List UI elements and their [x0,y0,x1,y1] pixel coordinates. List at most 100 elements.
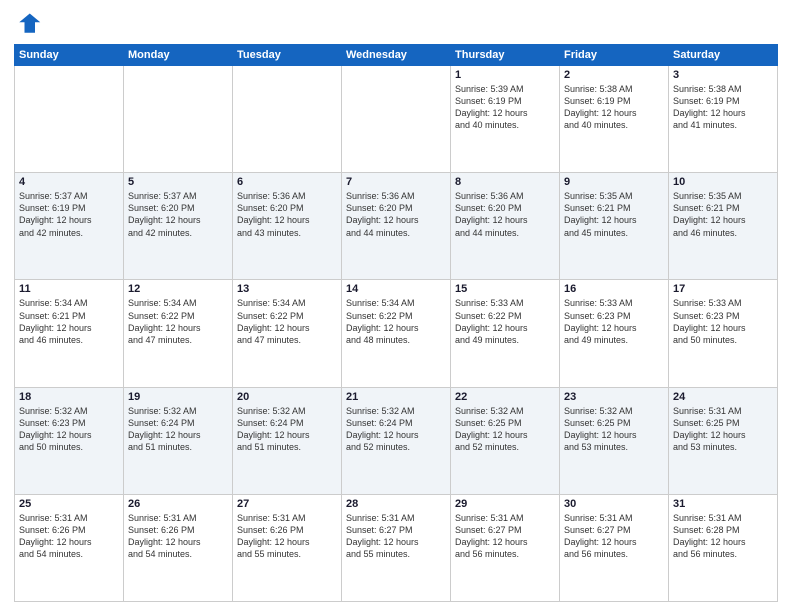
day-number: 28 [346,498,446,510]
calendar-cell: 18Sunrise: 5:32 AM Sunset: 6:23 PM Dayli… [15,387,124,494]
day-info: Sunrise: 5:39 AM Sunset: 6:19 PM Dayligh… [455,83,555,132]
calendar-cell: 2Sunrise: 5:38 AM Sunset: 6:19 PM Daylig… [560,66,669,173]
day-number: 20 [237,391,337,403]
day-info: Sunrise: 5:36 AM Sunset: 6:20 PM Dayligh… [346,190,446,239]
calendar-cell: 11 Sunrise: 5:34 AM Sunset: 6:21 PM Dayli… [15,280,124,387]
col-header-monday: Monday [124,45,233,66]
day-info: Sunrise: 5:31 AM Sunset: 6:26 PM Dayligh… [19,512,119,561]
logo-icon [14,10,42,38]
day-number: 2 [564,69,664,81]
calendar-cell: 6Sunrise: 5:36 AM Sunset: 6:20 PM Daylig… [233,173,342,280]
day-number: 11 [19,283,119,295]
day-info: Sunrise: 5:32 AM Sunset: 6:23 PM Dayligh… [19,405,119,454]
day-info: Sunrise: 5:37 AM Sunset: 6:20 PM Dayligh… [128,190,228,239]
day-info: Sunrise: 5:32 AM Sunset: 6:25 PM Dayligh… [564,405,664,454]
day-info: Sunrise: 5:31 AM Sunset: 6:26 PM Dayligh… [237,512,337,561]
calendar-cell: 5 Sunrise: 5:37 AM Sunset: 6:20 PM Daylig… [124,173,233,280]
day-number: 16 [564,283,664,295]
calendar-cell: 10Sunrise: 5:35 AM Sunset: 6:21 PM Dayli… [669,173,778,280]
day-info: Sunrise: 5:33 AM Sunset: 6:23 PM Dayligh… [564,297,664,346]
day-info: Sunrise: 5:31 AM Sunset: 6:27 PM Dayligh… [564,512,664,561]
week-row-5: 25 Sunrise: 5:31 AM Sunset: 6:26 PM Dayli… [15,494,778,601]
calendar-cell [15,66,124,173]
week-row-3: 11 Sunrise: 5:34 AM Sunset: 6:21 PM Dayli… [15,280,778,387]
day-number: 26 [128,498,228,510]
week-row-2: 4 Sunrise: 5:37 AM Sunset: 6:19 PM Daylig… [15,173,778,280]
day-number: 21 [346,391,446,403]
calendar-cell: 12 Sunrise: 5:34 AM Sunset: 6:22 PM Dayli… [124,280,233,387]
day-number: 6 [237,176,337,188]
day-info: Sunrise: 5:32 AM Sunset: 6:25 PM Dayligh… [455,405,555,454]
day-info: Sunrise: 5:32 AM Sunset: 6:24 PM Dayligh… [128,405,228,454]
day-number: 23 [564,391,664,403]
page: SundayMondayTuesdayWednesdayThursdayFrid… [0,0,792,612]
day-number: 13 [237,283,337,295]
calendar-cell: 17 Sunrise: 5:33 AM Sunset: 6:23 PM Dayli… [669,280,778,387]
day-number: 27 [237,498,337,510]
calendar-cell: 24 Sunrise: 5:31 AM Sunset: 6:25 PM Dayli… [669,387,778,494]
calendar-table: SundayMondayTuesdayWednesdayThursdayFrid… [14,44,778,602]
calendar-cell: 28 Sunrise: 5:31 AM Sunset: 6:27 PM Dayli… [342,494,451,601]
day-number: 25 [19,498,119,510]
day-number: 8 [455,176,555,188]
calendar-cell: 26 Sunrise: 5:31 AM Sunset: 6:26 PM Dayli… [124,494,233,601]
col-header-thursday: Thursday [451,45,560,66]
header [14,10,778,38]
day-number: 14 [346,283,446,295]
day-info: Sunrise: 5:33 AM Sunset: 6:22 PM Dayligh… [455,297,555,346]
calendar-cell [233,66,342,173]
calendar-cell: 3Sunrise: 5:38 AM Sunset: 6:19 PM Daylig… [669,66,778,173]
day-info: Sunrise: 5:35 AM Sunset: 6:21 PM Dayligh… [564,190,664,239]
calendar-header-row: SundayMondayTuesdayWednesdayThursdayFrid… [15,45,778,66]
day-info: Sunrise: 5:34 AM Sunset: 6:21 PM Dayligh… [19,297,119,346]
day-info: Sunrise: 5:38 AM Sunset: 6:19 PM Dayligh… [673,83,773,132]
day-info: Sunrise: 5:31 AM Sunset: 6:25 PM Dayligh… [673,405,773,454]
calendar-cell: 8 Sunrise: 5:36 AM Sunset: 6:20 PM Daylig… [451,173,560,280]
day-info: Sunrise: 5:32 AM Sunset: 6:24 PM Dayligh… [237,405,337,454]
calendar-cell: 21 Sunrise: 5:32 AM Sunset: 6:24 PM Dayli… [342,387,451,494]
calendar-cell [124,66,233,173]
day-number: 4 [19,176,119,188]
calendar-cell: 23 Sunrise: 5:32 AM Sunset: 6:25 PM Dayli… [560,387,669,494]
calendar-cell: 7 Sunrise: 5:36 AM Sunset: 6:20 PM Daylig… [342,173,451,280]
day-info: Sunrise: 5:34 AM Sunset: 6:22 PM Dayligh… [237,297,337,346]
day-info: Sunrise: 5:31 AM Sunset: 6:26 PM Dayligh… [128,512,228,561]
calendar-cell: 4 Sunrise: 5:37 AM Sunset: 6:19 PM Daylig… [15,173,124,280]
day-info: Sunrise: 5:31 AM Sunset: 6:27 PM Dayligh… [455,512,555,561]
day-number: 1 [455,69,555,81]
day-number: 5 [128,176,228,188]
col-header-friday: Friday [560,45,669,66]
day-info: Sunrise: 5:36 AM Sunset: 6:20 PM Dayligh… [455,190,555,239]
calendar-cell: 14Sunrise: 5:34 AM Sunset: 6:22 PM Dayli… [342,280,451,387]
logo [14,10,46,38]
day-number: 7 [346,176,446,188]
calendar-cell: 20 Sunrise: 5:32 AM Sunset: 6:24 PM Dayli… [233,387,342,494]
col-header-sunday: Sunday [15,45,124,66]
day-number: 17 [673,283,773,295]
day-number: 15 [455,283,555,295]
day-number: 22 [455,391,555,403]
day-number: 19 [128,391,228,403]
day-info: Sunrise: 5:31 AM Sunset: 6:27 PM Dayligh… [346,512,446,561]
day-info: Sunrise: 5:34 AM Sunset: 6:22 PM Dayligh… [128,297,228,346]
day-info: Sunrise: 5:35 AM Sunset: 6:21 PM Dayligh… [673,190,773,239]
day-number: 12 [128,283,228,295]
calendar-cell: 27 Sunrise: 5:31 AM Sunset: 6:26 PM Dayli… [233,494,342,601]
calendar-cell: 16 Sunrise: 5:33 AM Sunset: 6:23 PM Dayli… [560,280,669,387]
day-number: 24 [673,391,773,403]
day-info: Sunrise: 5:33 AM Sunset: 6:23 PM Dayligh… [673,297,773,346]
day-number: 9 [564,176,664,188]
calendar-cell: 9 Sunrise: 5:35 AM Sunset: 6:21 PM Daylig… [560,173,669,280]
calendar-cell: 30 Sunrise: 5:31 AM Sunset: 6:27 PM Dayli… [560,494,669,601]
day-number: 31 [673,498,773,510]
week-row-1: 1 Sunrise: 5:39 AM Sunset: 6:19 PM Daylig… [15,66,778,173]
calendar-cell: 29Sunrise: 5:31 AM Sunset: 6:27 PM Dayli… [451,494,560,601]
day-info: Sunrise: 5:32 AM Sunset: 6:24 PM Dayligh… [346,405,446,454]
day-info: Sunrise: 5:37 AM Sunset: 6:19 PM Dayligh… [19,190,119,239]
calendar-cell: 13 Sunrise: 5:34 AM Sunset: 6:22 PM Dayli… [233,280,342,387]
day-number: 30 [564,498,664,510]
calendar-cell: 31 Sunrise: 5:31 AM Sunset: 6:28 PM Dayli… [669,494,778,601]
day-info: Sunrise: 5:31 AM Sunset: 6:28 PM Dayligh… [673,512,773,561]
calendar-cell: 25 Sunrise: 5:31 AM Sunset: 6:26 PM Dayli… [15,494,124,601]
calendar-cell: 19 Sunrise: 5:32 AM Sunset: 6:24 PM Dayli… [124,387,233,494]
